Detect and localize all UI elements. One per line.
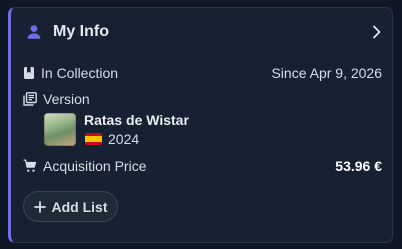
in-collection-row: In Collection <box>23 64 118 82</box>
plus-icon <box>33 200 46 213</box>
library-books-icon <box>23 92 37 106</box>
acquisition-price-label: Acquisition Price <box>43 158 147 174</box>
person-icon <box>25 23 43 41</box>
acquisition-price-row: Acquisition Price <box>23 157 147 175</box>
shopping-cart-icon <box>23 159 37 173</box>
card-title: My Info <box>53 23 109 40</box>
chevron-right-icon[interactable] <box>369 23 385 41</box>
in-collection-label: In Collection <box>41 65 119 81</box>
game-cover-thumbnail[interactable] <box>44 113 76 146</box>
version-label: Version <box>43 91 90 107</box>
card-header[interactable]: My Info <box>25 22 385 42</box>
version-name[interactable]: Ratas de Wistar <box>84 112 189 128</box>
add-list-label: Add List <box>51 198 108 215</box>
acquisition-price-value: 53.96 € <box>335 158 382 174</box>
version-row: Version <box>23 90 90 108</box>
version-year: 2024 <box>108 131 140 147</box>
spain-flag-icon <box>85 133 102 145</box>
add-list-button[interactable]: Add List <box>23 191 118 222</box>
in-collection-value: Since Apr 9, 2026 <box>271 65 382 81</box>
my-info-card: My Info In Collection Since Apr 9, 2026 <box>8 7 393 243</box>
bookmark-icon <box>23 66 35 80</box>
